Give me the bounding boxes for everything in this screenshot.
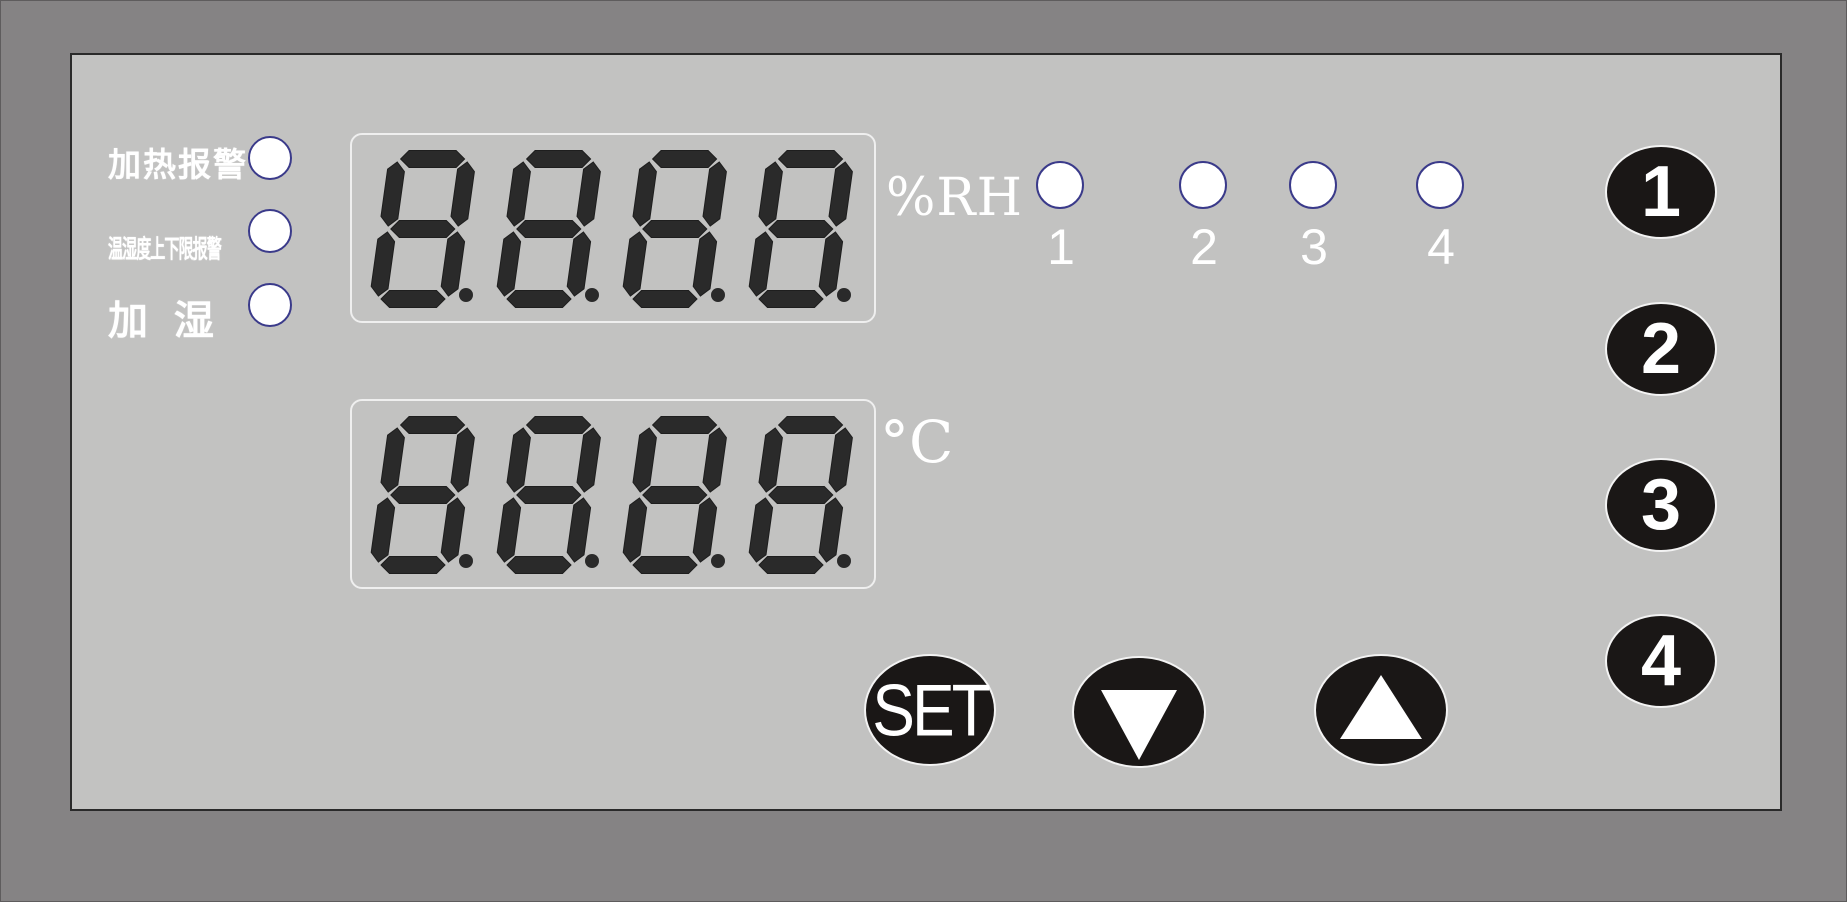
temperature-digit-2-segment-g <box>516 486 582 504</box>
channel-4-button[interactable]: 4 <box>1605 614 1717 708</box>
temperature-digit-1-segment-a <box>399 416 466 434</box>
channel-3-button-label: 3 <box>1640 465 1682 545</box>
humidity-digit-4-segment-c <box>818 231 844 297</box>
channel-3-button[interactable]: 3 <box>1605 458 1717 552</box>
channel-1-led <box>1036 161 1084 209</box>
humidity-display <box>350 133 876 323</box>
temperature-digit-1-segment-d <box>380 556 446 574</box>
humidity-digit-2-segment-d <box>506 290 572 308</box>
humidity-digit-1-segment-d <box>380 290 446 308</box>
channel-2-button[interactable]: 2 <box>1605 302 1717 396</box>
humidity-digit-2-segment-g <box>516 220 582 238</box>
temperature-digit-1-segment-b <box>450 427 475 493</box>
humidity-digit-2-segment-a <box>525 150 592 168</box>
temperature-digit-1-segment-f <box>380 427 405 493</box>
heating-alarm-label: 加热报警 <box>108 145 248 184</box>
temperature-digit-2-segment-e <box>496 497 522 563</box>
temperature-digit-2-segment-d <box>506 556 572 574</box>
humidify-label: 加 湿 <box>108 298 220 344</box>
humidity-unit: %RH <box>886 168 1023 228</box>
temperature-digit-2-segment-b <box>576 427 601 493</box>
set-button-label: SET <box>872 668 990 752</box>
temperature-digit-4-segment-g <box>768 486 834 504</box>
humidity-digit-3-segment-f <box>632 161 657 227</box>
limit-alarm-label: 温湿度上下限报警 <box>108 234 222 264</box>
temperature-digit-1-segment-e <box>370 497 396 563</box>
humidity-digit-3-segment-c <box>692 231 718 297</box>
temperature-digits <box>370 416 853 574</box>
humidity-digit-4-segment-a <box>777 150 844 168</box>
temperature-digit-4-segment-f <box>758 427 783 493</box>
channel-1-button-label: 1 <box>1640 152 1682 232</box>
temperature-digit-4-decimal-point <box>837 554 851 568</box>
humidity-digit-3-decimal-point <box>711 288 725 302</box>
humidity-digit-2-segment-e <box>496 231 522 297</box>
channel-3-label: 3 <box>1300 219 1328 275</box>
temperature-digit-3-segment-e <box>622 497 648 563</box>
temperature-digit-4-segment-a <box>777 416 844 434</box>
temperature-digit-3-decimal-point <box>711 554 725 568</box>
humidity-digit-1-segment-a <box>399 150 466 168</box>
humidity-digit-1-segment-e <box>370 231 396 297</box>
humidity-digit-4-segment-d <box>758 290 824 308</box>
humidify-led <box>248 283 292 327</box>
humidity-digit-4-segment-g <box>768 220 834 238</box>
humidity-digit-1-segment-g <box>390 220 456 238</box>
temperature-digit-1-segment-g <box>390 486 456 504</box>
temperature-digit-3-segment-b <box>702 427 727 493</box>
humidity-digit-3-segment-a <box>651 150 718 168</box>
channel-4-label: 4 <box>1427 219 1455 275</box>
temperature-digit-3-segment-d <box>632 556 698 574</box>
humidity-digit-3-segment-e <box>622 231 648 297</box>
humidity-digit-3-segment-g <box>642 220 708 238</box>
temperature-unit: °C <box>880 408 954 476</box>
temperature-digit-1-segment-c <box>440 497 466 563</box>
triangle-up-icon <box>1340 675 1422 739</box>
temperature-digit-1-decimal-point <box>459 554 473 568</box>
humidity-digit-4-segment-f <box>758 161 783 227</box>
temperature-digit-3-segment-c <box>692 497 718 563</box>
up-button[interactable] <box>1314 654 1448 766</box>
limit-alarm-led <box>248 209 292 253</box>
temperature-digit-2-segment-f <box>506 427 531 493</box>
heating-alarm-led <box>248 136 292 180</box>
temperature-digit-4-segment-b <box>828 427 853 493</box>
humidity-digit-2-decimal-point <box>585 288 599 302</box>
temperature-digit-2-segment-a <box>525 416 592 434</box>
set-button[interactable]: SET <box>864 654 996 766</box>
temperature-display <box>350 399 876 589</box>
channel-4-button-label: 4 <box>1640 621 1682 701</box>
humidity-digit-2-segment-b <box>576 161 601 227</box>
temperature-digit-4-segment-d <box>758 556 824 574</box>
channel-1-button[interactable]: 1 <box>1605 145 1717 239</box>
temperature-digit-4-segment-c <box>818 497 844 563</box>
humidity-digit-1-segment-c <box>440 231 466 297</box>
humidity-digit-4-segment-e <box>748 231 774 297</box>
temperature-digit-3-segment-g <box>642 486 708 504</box>
humidity-digit-4-decimal-point <box>837 288 851 302</box>
channel-1-label: 1 <box>1047 219 1075 275</box>
humidity-digit-4-segment-b <box>828 161 853 227</box>
down-button[interactable] <box>1072 656 1206 768</box>
channel-4-led <box>1416 161 1464 209</box>
humidity-digit-3-segment-d <box>632 290 698 308</box>
channel-2-led <box>1179 161 1227 209</box>
humidity-digit-1-segment-f <box>380 161 405 227</box>
triangle-down-icon <box>1101 690 1177 760</box>
temperature-digit-2-segment-c <box>566 497 592 563</box>
temperature-digit-4-segment-e <box>748 497 774 563</box>
temperature-digit-3-segment-f <box>632 427 657 493</box>
temperature-digit-3-segment-a <box>651 416 718 434</box>
channel-3-led <box>1289 161 1337 209</box>
temperature-digit-2-decimal-point <box>585 554 599 568</box>
humidity-digit-2-segment-c <box>566 231 592 297</box>
humidity-digit-1-decimal-point <box>459 288 473 302</box>
humidity-digit-1-segment-b <box>450 161 475 227</box>
channel-2-label: 2 <box>1190 219 1218 275</box>
channel-2-button-label: 2 <box>1640 309 1682 389</box>
humidity-digit-2-segment-f <box>506 161 531 227</box>
humidity-digits <box>370 150 853 308</box>
humidity-digit-3-segment-b <box>702 161 727 227</box>
